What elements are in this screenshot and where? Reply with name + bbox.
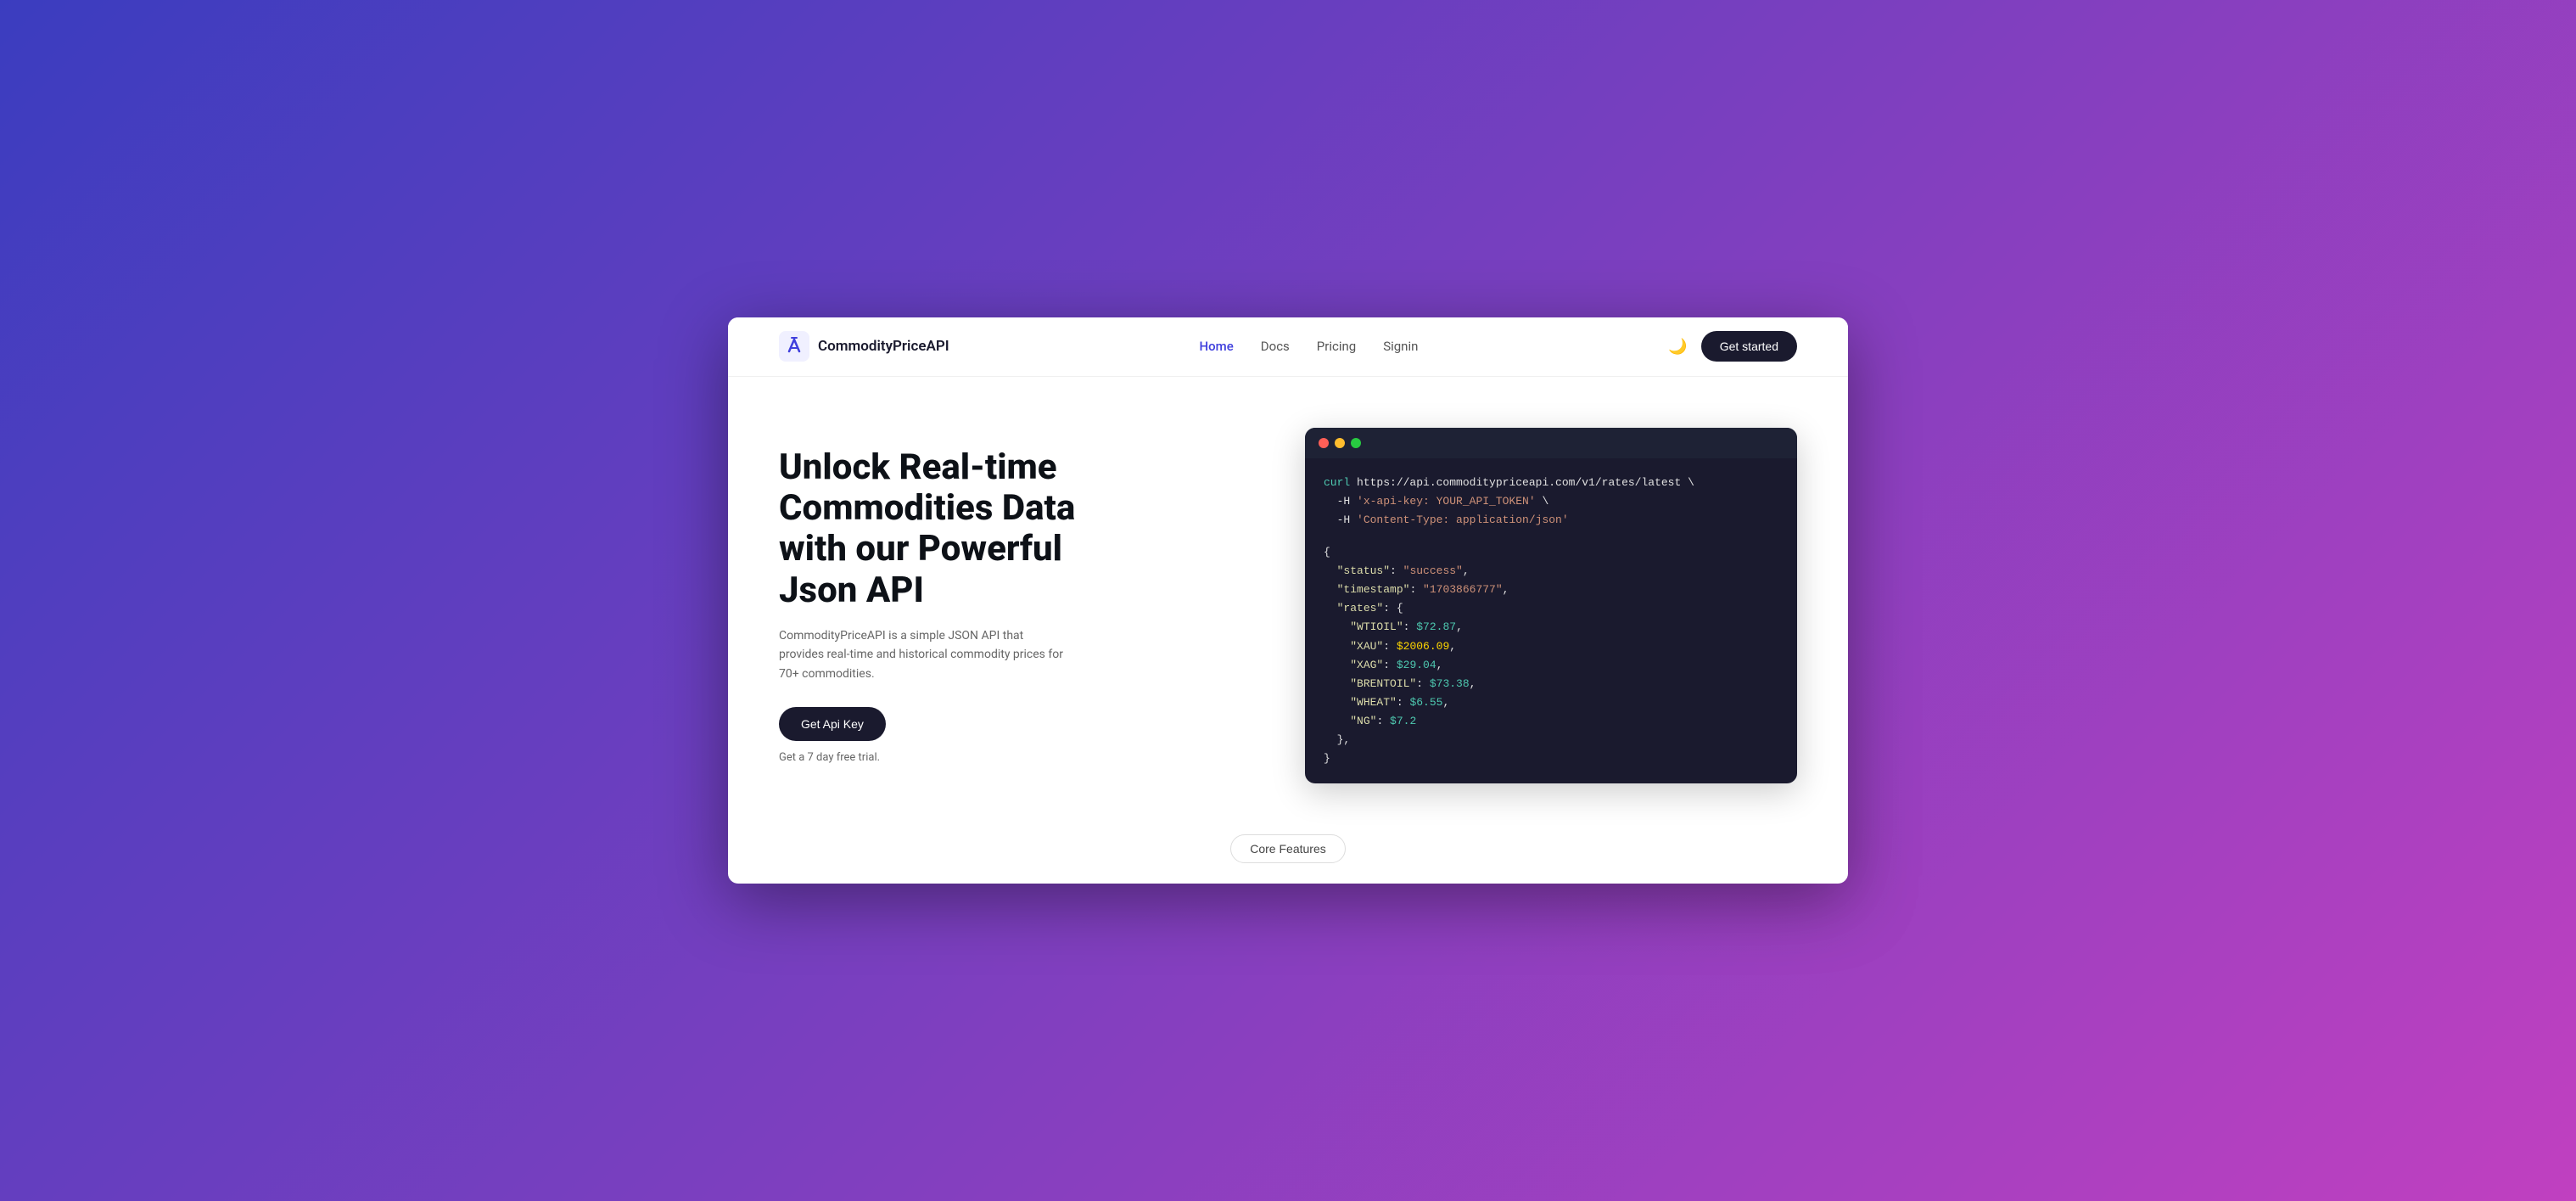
json-status: "status": "success", — [1324, 562, 1778, 581]
json-xau: "XAU": $2006.09, — [1324, 637, 1778, 656]
nav-actions: 🌙 Get started — [1668, 331, 1797, 362]
hero-section: Unlock Real-time Commodities Data with o… — [728, 377, 1848, 817]
nav-pricing[interactable]: Pricing — [1317, 339, 1356, 354]
core-features-badge[interactable]: Core Features — [1230, 834, 1345, 863]
json-ng: "NG": $7.2 — [1324, 712, 1778, 731]
json-section: { "status": "success", "timestamp": "170… — [1324, 543, 1778, 768]
hero-left: Unlock Real-time Commodities Data with o… — [779, 447, 1118, 764]
brand-name: CommodityPriceAPI — [818, 338, 949, 355]
json-wheat: "WHEAT": $6.55, — [1324, 693, 1778, 712]
json-xag: "XAG": $29.04, — [1324, 656, 1778, 675]
brand: CommodityPriceAPI — [779, 331, 949, 362]
hero-title: Unlock Real-time Commodities Data with o… — [779, 447, 1118, 611]
curl-line: curl https://api.commoditypriceapi.com/v… — [1324, 474, 1778, 492]
json-wtioil: "WTIOIL": $72.87, — [1324, 618, 1778, 637]
window-dot-red — [1319, 438, 1329, 448]
json-rates-close: }, — [1324, 731, 1778, 749]
get-started-button[interactable]: Get started — [1701, 331, 1797, 362]
nav-docs[interactable]: Docs — [1261, 339, 1290, 354]
curl-section: curl https://api.commoditypriceapi.com/v… — [1324, 474, 1778, 530]
trial-text: Get a 7 day free trial. — [779, 751, 1118, 764]
logo-icon — [779, 331, 809, 362]
nav-signin[interactable]: Signin — [1383, 339, 1418, 354]
code-content: curl https://api.commoditypriceapi.com/v… — [1305, 458, 1797, 783]
code-window-container: curl https://api.commoditypriceapi.com/v… — [1305, 428, 1797, 783]
get-api-key-button[interactable]: Get Api Key — [779, 707, 886, 741]
theme-toggle-icon[interactable]: 🌙 — [1668, 338, 1687, 356]
json-open-brace: { — [1324, 543, 1778, 562]
json-close-brace: } — [1324, 749, 1778, 768]
window-dot-yellow — [1335, 438, 1345, 448]
nav-home[interactable]: Home — [1200, 339, 1234, 354]
json-timestamp: "timestamp": "1703866777", — [1324, 581, 1778, 599]
bottom-section: Core Features — [728, 817, 1848, 884]
navbar: CommodityPriceAPI Home Docs Pricing Sign… — [728, 317, 1848, 377]
code-window: curl https://api.commoditypriceapi.com/v… — [1305, 428, 1797, 783]
header-line-2: -H 'Content-Type: application/json' — [1324, 511, 1778, 530]
nav-links: Home Docs Pricing Signin — [1200, 339, 1419, 354]
json-rates-open: "rates": { — [1324, 599, 1778, 618]
hero-description: CommodityPriceAPI is a simple JSON API t… — [779, 626, 1067, 683]
window-dot-green — [1351, 438, 1361, 448]
code-titlebar — [1305, 428, 1797, 458]
header-line-1: -H 'x-api-key: YOUR_API_TOKEN' \ — [1324, 492, 1778, 511]
json-brentoil: "BRENTOIL": $73.38, — [1324, 675, 1778, 693]
